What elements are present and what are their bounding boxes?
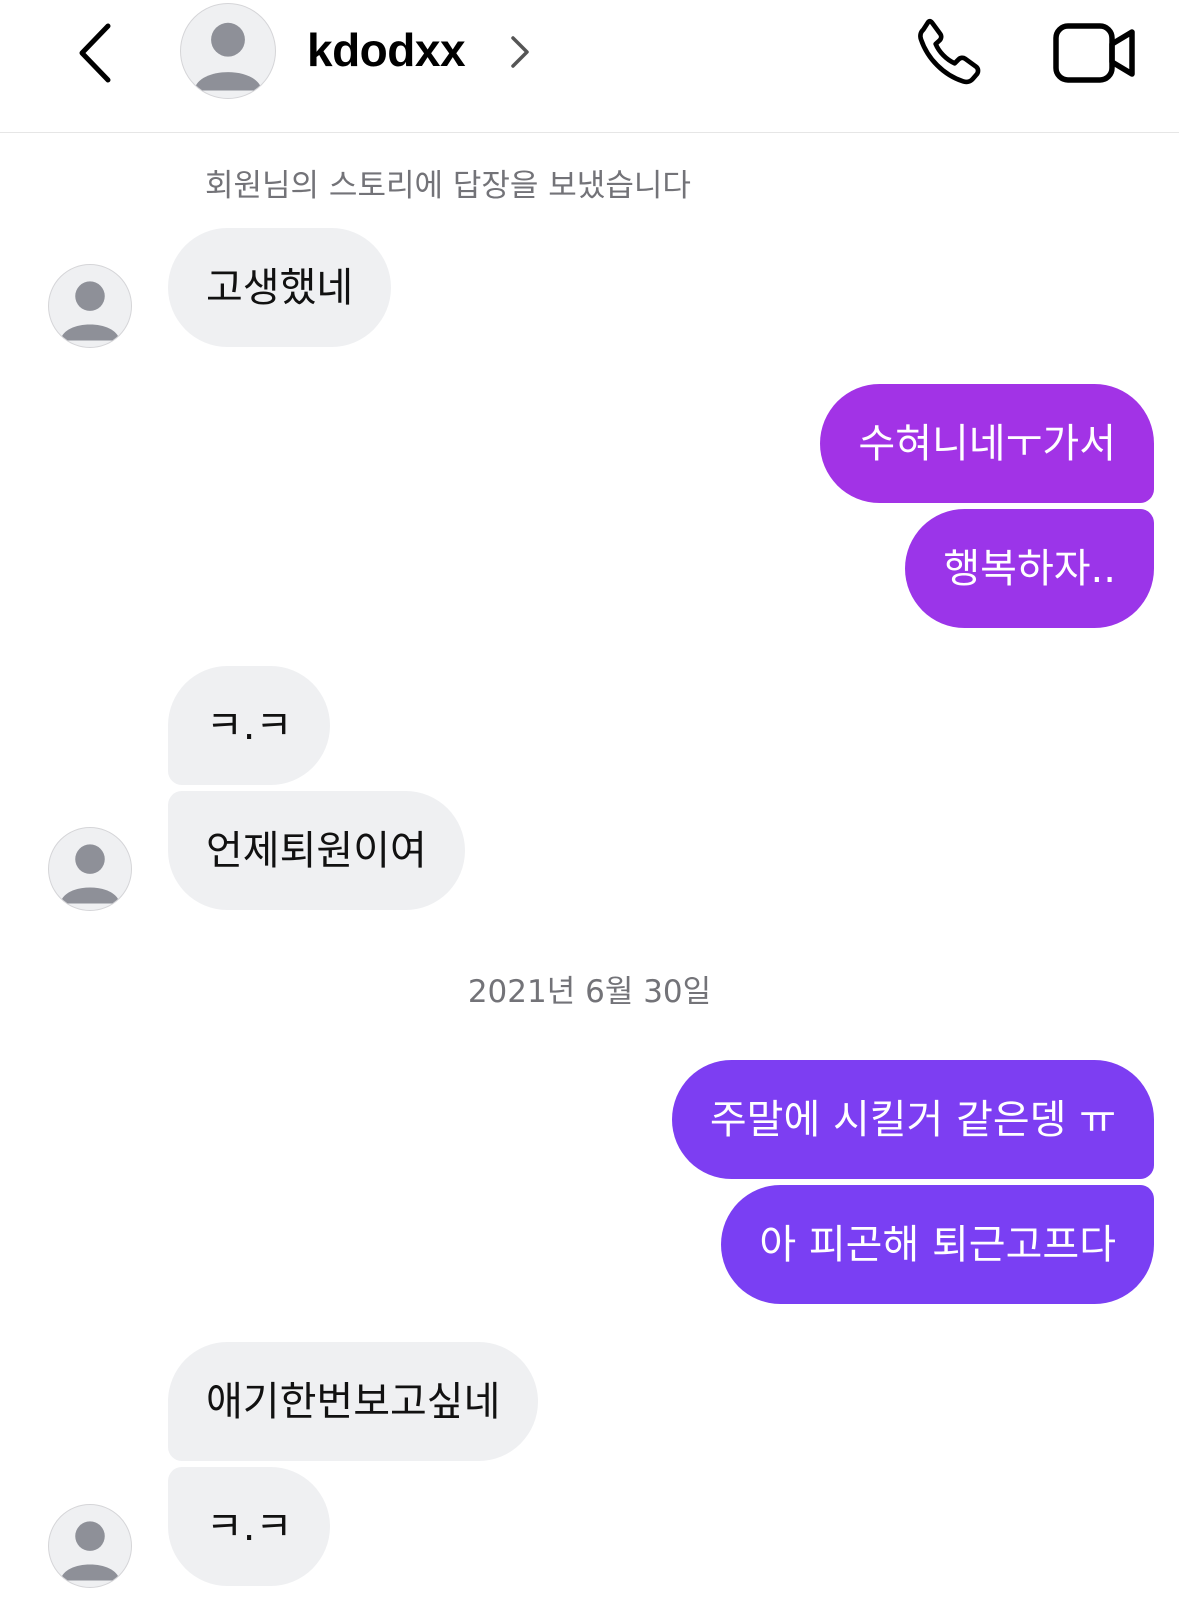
message-text: 주말에 시킬거 같은뎅 ㅠ	[709, 1096, 1116, 1143]
chat-header: kdodxx	[0, 0, 1179, 133]
outgoing-message-bubble[interactable]: 주말에 시킬거 같은뎅 ㅠ	[671, 1060, 1154, 1179]
outgoing-message-bubble[interactable]: 아 피곤해 퇴근고프다	[721, 1185, 1154, 1304]
message-text: 아 피곤해 퇴근고프다	[759, 1221, 1116, 1268]
chevron-right-icon[interactable]	[507, 32, 533, 72]
chevron-left-icon	[79, 23, 111, 83]
back-button[interactable]	[64, 18, 124, 88]
sender-avatar[interactable]	[48, 1504, 132, 1588]
message-text: 애기한번보고싶네	[206, 1378, 501, 1425]
incoming-message-bubble[interactable]: 애기한번보고싶네	[168, 1342, 539, 1461]
sender-avatar[interactable]	[48, 264, 132, 348]
message-text: 언제퇴원이여	[206, 827, 427, 874]
incoming-message-bubble[interactable]: ㅋ.ㅋ	[168, 1467, 331, 1586]
incoming-message-bubble[interactable]: 고생했네	[168, 228, 392, 347]
message-text: 고생했네	[206, 264, 354, 311]
message-text: ㅋ.ㅋ	[206, 1503, 293, 1550]
default-avatar-icon	[194, 22, 262, 91]
default-avatar-icon	[60, 844, 120, 904]
message-text: 행복하자..	[943, 545, 1116, 592]
date-separator: 2021년 6월 30일	[467, 974, 712, 1010]
default-avatar-icon	[60, 281, 120, 341]
voice-call-button[interactable]	[910, 12, 990, 92]
outgoing-message-bubble[interactable]: 행복하자..	[905, 509, 1154, 628]
video-camera-icon	[1053, 23, 1135, 83]
contact-avatar[interactable]	[180, 3, 276, 99]
incoming-message-bubble[interactable]: ㅋ.ㅋ	[168, 666, 331, 785]
video-call-button[interactable]	[1052, 14, 1138, 92]
incoming-message-bubble[interactable]: 언제퇴원이여	[168, 791, 465, 910]
sender-avatar[interactable]	[48, 827, 132, 911]
message-text: 수혀니네ㅜ가서	[858, 420, 1116, 467]
outgoing-message-bubble[interactable]: 수혀니네ㅜ가서	[820, 384, 1154, 503]
story-reply-notice: 회원님의 스토리에 답장을 보냈습니다	[205, 168, 691, 204]
message-text: ㅋ.ㅋ	[206, 702, 293, 749]
default-avatar-icon	[60, 1521, 120, 1581]
contact-username[interactable]: kdodxx	[307, 22, 466, 78]
phone-icon	[918, 18, 981, 85]
